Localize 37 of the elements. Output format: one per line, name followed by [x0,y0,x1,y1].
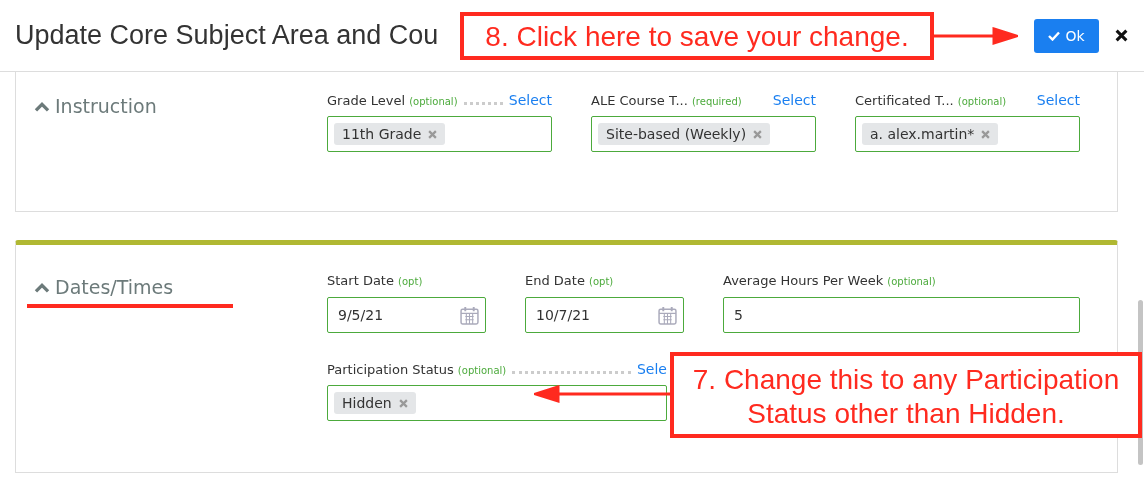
date-field[interactable]: 10/7/21 [525,297,684,333]
remove-icon[interactable] [398,398,408,408]
section-toggle[interactable]: Instruction [34,95,157,117]
tag-chip: Hidden [334,392,416,414]
select-link[interactable]: Select [1036,92,1080,108]
close-icon[interactable] [1115,29,1128,42]
tag-chip: Site-based (Weekly) [598,123,771,145]
tag-field[interactable]: Site-based (Weekly) [591,116,816,152]
ok-button[interactable]: Ok [1034,18,1099,53]
tag-chip: a. alex.martin* [862,123,999,145]
field-label: Start Date (opt) [327,273,423,288]
tag-chip: 11th Grade [334,123,446,145]
date-field[interactable]: 9/5/21 [327,297,486,333]
tag-field[interactable]: 11th Grade [327,116,552,152]
select-link[interactable]: Select [772,92,816,108]
remove-icon[interactable] [428,129,438,139]
field-label: ALE Course T... (required) [591,93,742,108]
annotation-callout: 7. Change this to any Participation Status other than Hidden. [670,352,1142,438]
annotation-callout: 8. Click here to save your change. [460,12,934,60]
remove-icon[interactable] [753,129,763,139]
remove-icon[interactable] [981,129,991,139]
calendar-icon[interactable] [460,305,479,325]
field-label: End Date (opt) [525,273,614,288]
field-label: Average Hours Per Week (optional) [723,273,936,288]
select-link[interactable]: Sele [637,361,667,377]
section-toggle[interactable]: Dates/Times [34,276,174,298]
calendar-icon[interactable] [658,305,677,325]
text-field[interactable]: 5 [723,297,1080,333]
check-icon [1048,30,1061,41]
field-label: Certificated T... (optional) [855,93,1007,108]
field-label: Grade Level (optional) [327,93,458,108]
field-label: Participation Status (optional) [327,362,507,377]
chevron-icon [34,100,50,112]
chevron-icon [34,281,50,293]
dialog-title: Update Core Subject Area and Cou [15,20,439,51]
tag-field[interactable]: a. alex.martin* [855,116,1080,152]
select-link[interactable]: Select [508,92,552,108]
